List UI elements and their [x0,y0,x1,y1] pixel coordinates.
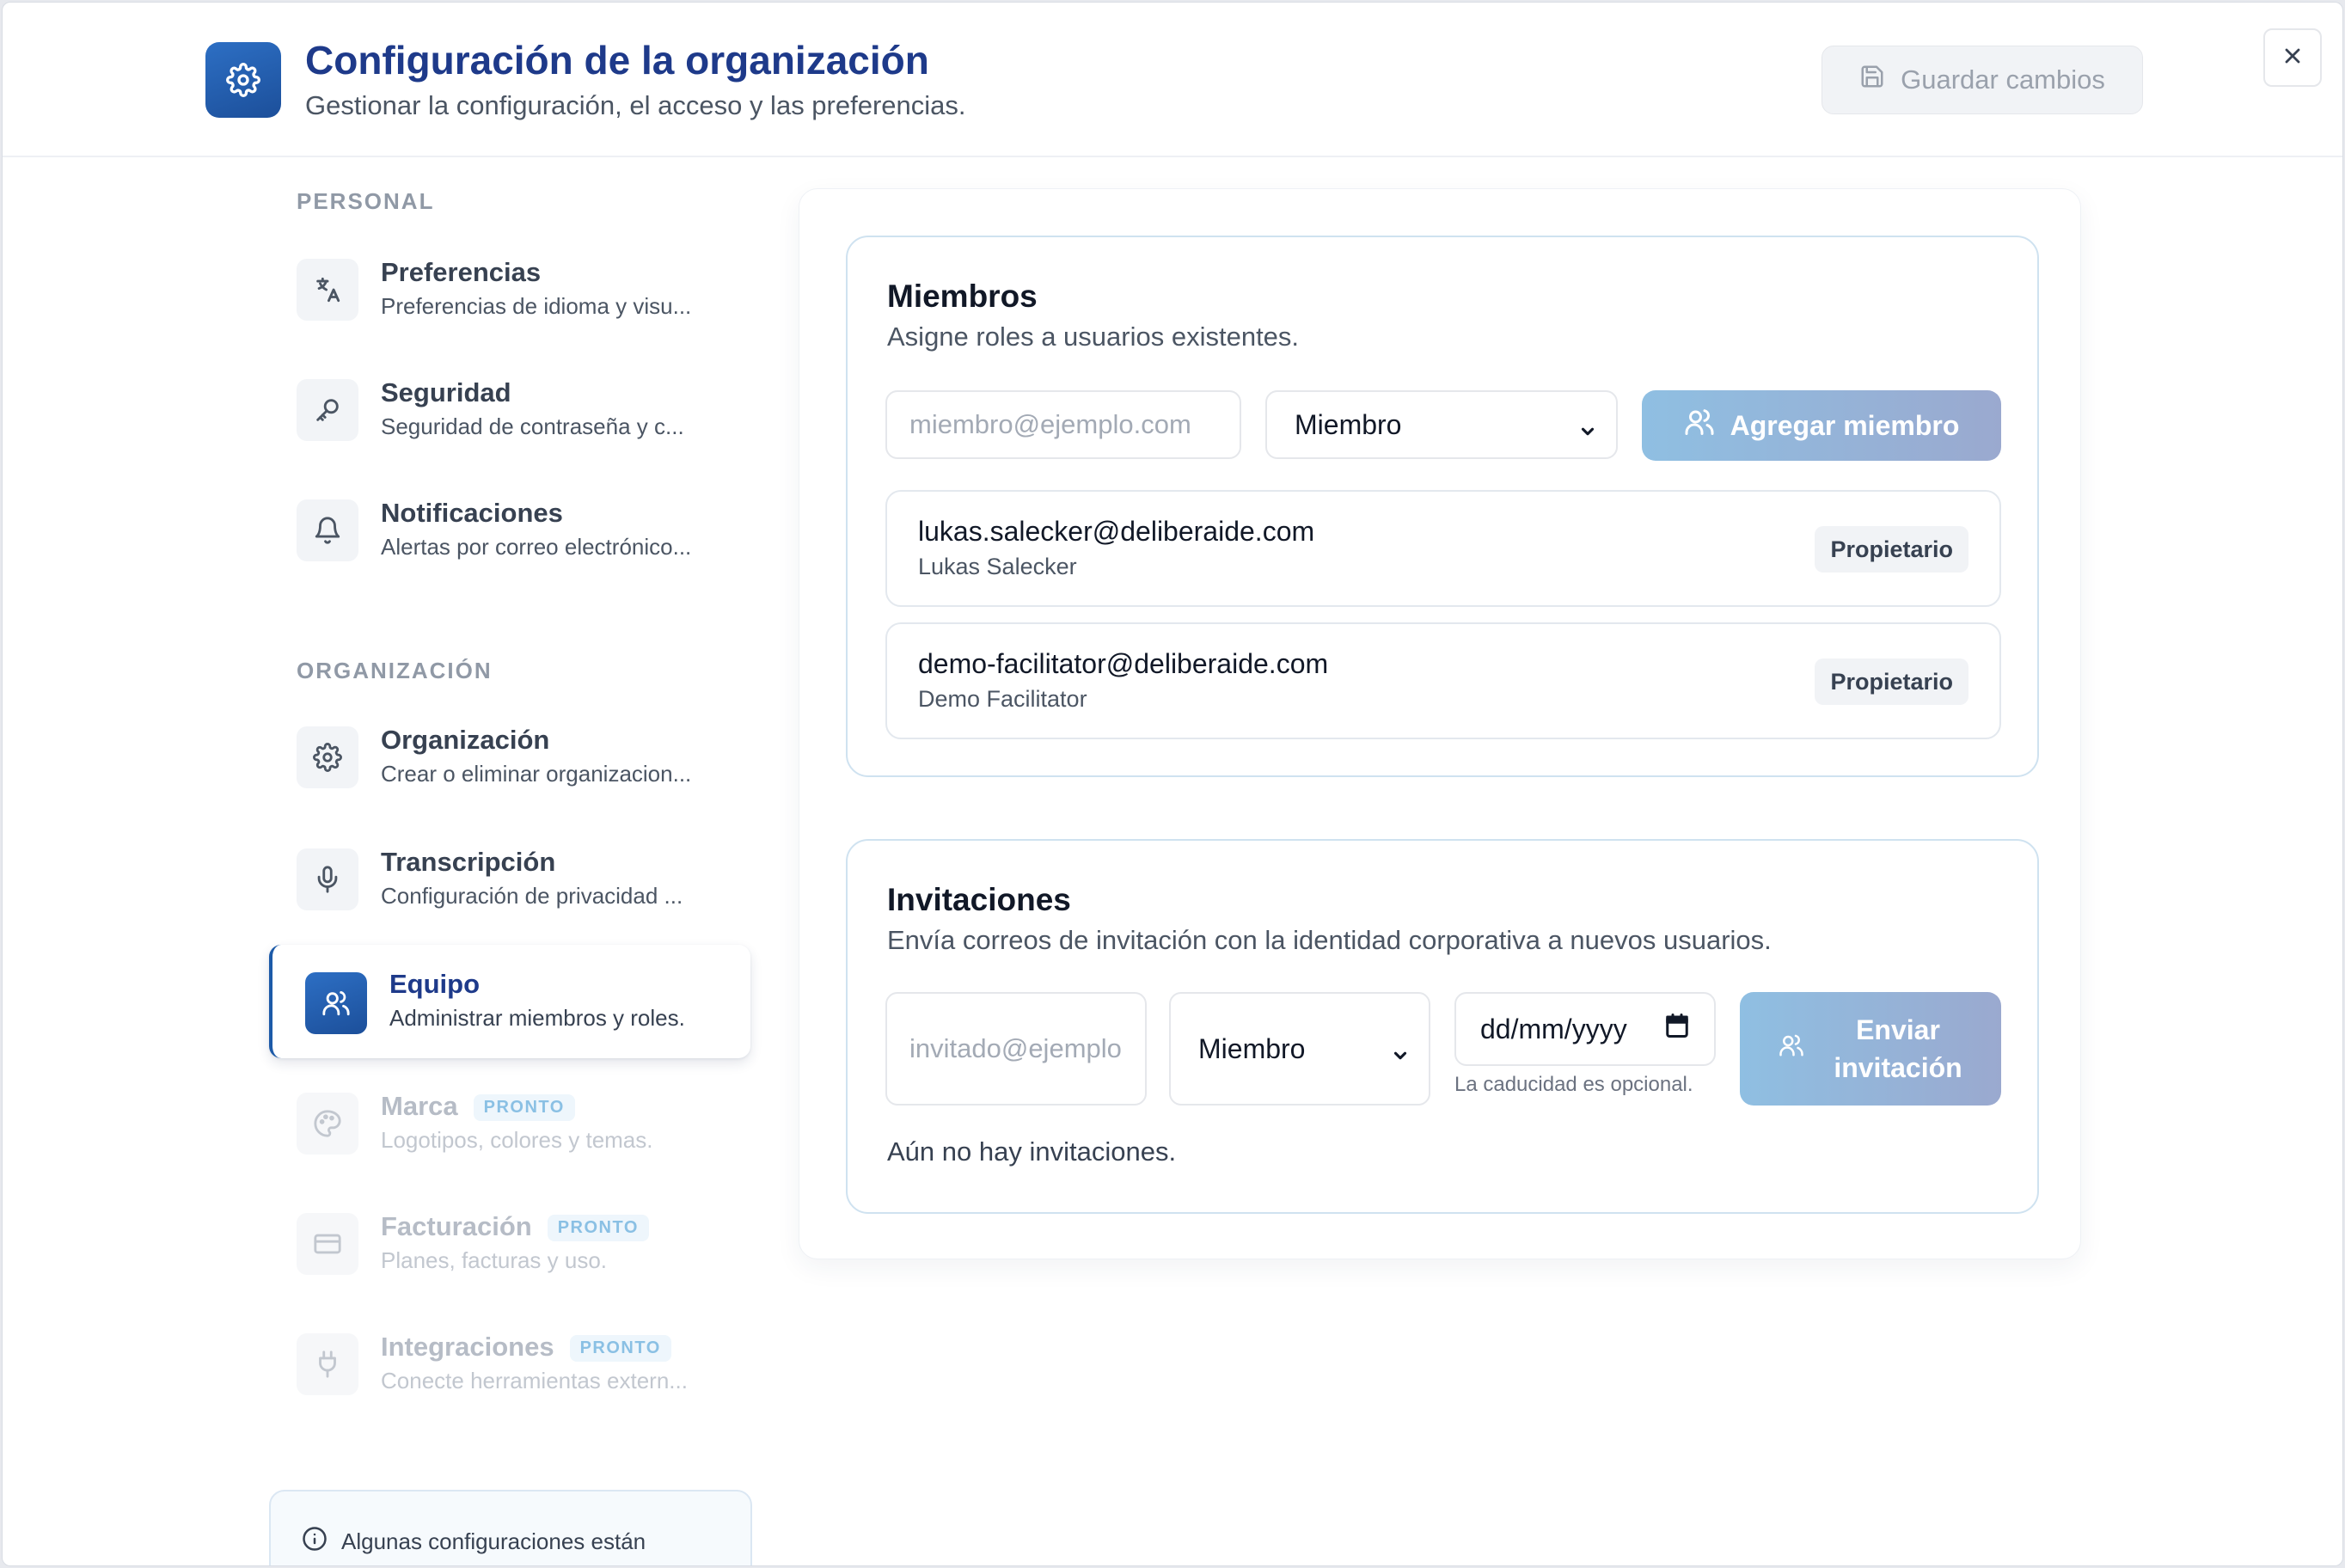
sidebar-item-team[interactable]: Equipo Administrar miembros y roles. [269,945,750,1058]
sidebar-item-desc: Seguridad de contraseña y c... [381,413,684,439]
microphone-icon [297,848,358,910]
sidebar-item-desc: Logotipos, colores y temas. [381,1127,653,1153]
sidebar-item-transcription[interactable]: Transcripción Configuración de privacida… [269,833,750,928]
sidebar-item-organization[interactable]: Organización Crear o eliminar organizaci… [269,711,750,805]
member-name: Demo Facilitator [918,686,1087,712]
invite-expiry-date-input[interactable]: dd/mm/yyyy [1454,992,1716,1066]
modal-header: Configuración de la organización Gestion… [3,3,2342,157]
soon-badge: PRONTO [547,1215,649,1242]
add-member-button[interactable]: Agregar miembro [1642,390,2001,461]
plug-icon [297,1333,358,1395]
chevron-down-icon [1391,1040,1410,1072]
sidebar-item-title: Seguridad [381,377,511,407]
save-icon [1859,64,1885,96]
sidebar-item-title: Facturación PRONTO [381,1211,649,1242]
settings-modal: Configuración de la organización Gestion… [2,2,2343,1566]
member-role-value: Miembro [1295,408,1402,440]
users-icon [305,972,367,1034]
sidebar-item-desc: Crear o eliminar organizacion... [381,761,692,787]
soon-badge: PRONTO [473,1094,575,1122]
sidebar-item-title: Notificaciones [381,498,563,528]
sidebar-item-title: Preferencias [381,257,542,287]
invite-role-value: Miembro [1198,1032,1306,1064]
member-email: lukas.salecker@deliberaide.com [918,516,1315,547]
sidebar-item-title-text: Facturación [381,1211,532,1241]
invitations-title: Invitaciones [887,882,1071,917]
add-member-label: Agregar miembro [1730,409,1960,441]
translate-icon [297,259,358,321]
member-row: demo-facilitator@deliberaide.com Demo Fa… [885,622,2001,739]
close-icon [2281,44,2305,72]
sidebar-item-title: Integraciones PRONTO [381,1332,671,1363]
member-email-input[interactable] [885,390,1241,459]
send-invitation-label-line1: Enviar [1856,1014,1940,1045]
invite-role-select[interactable]: Miembro [1169,992,1430,1106]
sidebar-item-title: Organización [381,725,550,755]
member-row: lukas.salecker@deliberaide.com Lukas Sal… [885,490,2001,607]
sidebar-item-desc: Administrar miembros y roles. [389,1005,685,1031]
sidebar-item-brand[interactable]: Marca PRONTO Logotipos, colores y temas. [269,1077,750,1172]
invite-email-input[interactable] [885,992,1147,1106]
page-title: Configuración de la organización [305,38,929,83]
member-role-select[interactable]: Miembro [1265,390,1618,459]
bell-icon [297,499,358,561]
sidebar-item-desc: Preferencias de idioma y visu... [381,293,692,319]
sidebar-item-desc: Conecte herramientas extern... [381,1368,688,1393]
sidebar-info-note: Algunas configuraciones están [269,1490,752,1565]
credit-card-icon [297,1213,358,1275]
save-changes-button[interactable]: Guardar cambios [1822,46,2143,114]
send-invitation-label-line2: invitación [1834,1052,1962,1083]
sidebar-item-title: Transcripción [381,847,556,877]
sidebar-item-integrations[interactable]: Integraciones PRONTO Conecte herramientas… [269,1318,750,1412]
sidebar-item-title-text: Marca [381,1091,458,1121]
page-subtitle: Gestionar la configuración, el acceso y … [305,90,966,120]
chevron-down-icon [1578,416,1597,448]
sidebar-item-desc: Planes, facturas y uso. [381,1247,608,1273]
users-icon [1684,407,1715,444]
role-badge: Propietario [1815,526,1968,573]
team-settings-panel: Miembros Asigne roles a usuarios existen… [799,188,2081,1259]
calendar-icon [1664,1013,1690,1045]
member-email: demo-facilitator@deliberaide.com [918,648,1329,679]
sidebar-note-text: Algunas configuraciones están [341,1528,646,1554]
sidebar-item-title-text: Integraciones [381,1332,554,1362]
sidebar-item-preferences[interactable]: Preferencias Preferencias de idioma y vi… [269,243,750,338]
save-changes-label: Guardar cambios [1901,64,2105,95]
key-icon [297,379,358,441]
section-label-organization: ORGANIZACIÓN [297,658,493,683]
sidebar-item-notifications[interactable]: Notificaciones Alertas por correo electr… [269,484,750,579]
members-card: Miembros Asigne roles a usuarios existen… [846,236,2039,777]
palette-icon [297,1093,358,1155]
no-invitations-text: Aún no hay invitaciones. [887,1136,1177,1167]
soon-badge: PRONTO [569,1335,671,1363]
date-placeholder: dd/mm/yyyy [1480,1013,1627,1044]
members-title: Miembros [887,279,1038,314]
section-label-personal: PERSONAL [297,188,435,214]
info-icon [302,1526,328,1558]
send-invitation-label: Enviar invitación [1834,1011,1962,1087]
members-subtitle: Asigne roles a usuarios existentes. [887,322,1300,352]
close-button[interactable] [2263,28,2322,87]
invitations-card: Invitaciones Envía correos de invitación… [846,839,2039,1214]
users-icon [1779,1032,1804,1065]
sidebar-item-desc: Configuración de privacidad ... [381,883,683,909]
send-invitation-button[interactable]: Enviar invitación [1740,992,2001,1106]
role-badge: Propietario [1815,658,1968,705]
gear-icon [205,42,281,118]
sidebar-item-title: Marca PRONTO [381,1091,575,1122]
sidebar-item-desc: Alertas por correo electrónico... [381,534,692,560]
gear-icon [297,726,358,788]
member-name: Lukas Salecker [918,554,1077,579]
expiry-hint: La caducidad es opcional. [1454,1073,1693,1096]
invitations-subtitle: Envía correos de invitación con la ident… [887,925,1772,955]
sidebar-item-title: Equipo [389,969,481,999]
sidebar-item-billing[interactable]: Facturación PRONTO Planes, facturas y uso… [269,1197,750,1292]
sidebar-item-security[interactable]: Seguridad Seguridad de contraseña y c... [269,364,750,458]
